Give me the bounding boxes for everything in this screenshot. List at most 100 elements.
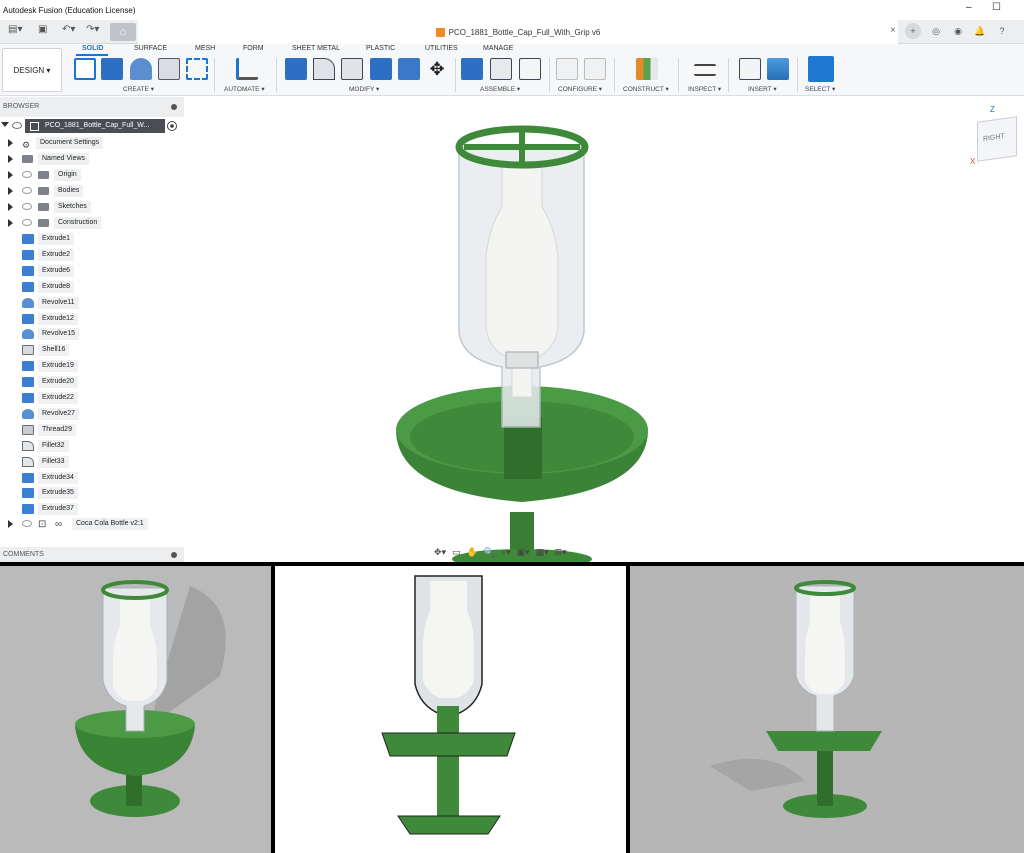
browser-feature-row[interactable]: Extrude37: [0, 502, 184, 516]
tab-surface[interactable]: SURFACE: [134, 45, 167, 52]
visibility-eye-icon[interactable]: [12, 122, 22, 129]
visibility-eye-icon[interactable]: [22, 520, 32, 527]
extrude-icon[interactable]: [101, 58, 123, 80]
configure-icon[interactable]: [556, 58, 578, 80]
combine-icon[interactable]: [370, 58, 392, 80]
select-icon[interactable]: [808, 56, 834, 82]
browser-feature-row[interactable]: Revolve27: [0, 407, 184, 421]
press-pull-icon[interactable]: [285, 58, 307, 80]
document-tab[interactable]: PCO_1881_Bottle_Cap_Full_With_Grip v6: [138, 20, 898, 44]
browser-feature-row[interactable]: Extrude22: [0, 391, 184, 405]
construct-plane-icon[interactable]: [636, 58, 658, 80]
browser-feature-row[interactable]: Fillet32: [0, 439, 184, 453]
root-component-label[interactable]: PCO_1881_Bottle_Cap_Full_W...: [25, 119, 165, 133]
browser-feature-row[interactable]: Revolve15: [0, 327, 184, 341]
tab-manage[interactable]: MANAGE: [483, 45, 513, 52]
expand-icon[interactable]: [8, 155, 13, 163]
expand-icon[interactable]: [1, 122, 9, 127]
browser-root-row[interactable]: PCO_1881_Bottle_Cap_Full_W...: [0, 119, 184, 133]
browser-feature-row[interactable]: Extrude8: [0, 280, 184, 294]
shell-icon[interactable]: [398, 58, 420, 80]
insert-canvas-icon[interactable]: [767, 58, 789, 80]
joint-icon[interactable]: [490, 58, 512, 80]
zoom-icon[interactable]: ⌕▾: [501, 547, 511, 561]
tab-form[interactable]: FORM: [243, 45, 264, 52]
browser-folder-sketches[interactable]: Sketches: [0, 200, 184, 214]
tab-solid[interactable]: SOLID: [82, 45, 103, 52]
construct-menu[interactable]: CONSTRUCT ▾: [623, 85, 669, 93]
extensions-icon[interactable]: ◎: [928, 23, 944, 39]
expand-icon[interactable]: [8, 171, 13, 179]
browser-folder-named-views[interactable]: Named Views: [0, 152, 184, 166]
assemble-menu[interactable]: ASSEMBLE ▾: [480, 85, 520, 93]
automate-menu[interactable]: AUTOMATE ▾: [224, 85, 265, 93]
insert-derive-icon[interactable]: [739, 58, 761, 80]
tab-mesh[interactable]: MESH: [195, 45, 215, 52]
browser-folder-bodies[interactable]: Bodies: [0, 184, 184, 198]
visibility-eye-icon[interactable]: [22, 203, 32, 210]
new-component-icon[interactable]: [461, 58, 483, 80]
minimize-button[interactable]: –: [966, 2, 972, 13]
browser-folder-origin[interactable]: Origin: [0, 168, 184, 182]
job-status-icon[interactable]: ◉: [950, 23, 966, 39]
hole-icon[interactable]: [158, 58, 180, 80]
expand-icon[interactable]: [8, 139, 13, 147]
create-sketch-icon[interactable]: [74, 58, 96, 80]
maximize-button[interactable]: ☐: [992, 2, 1001, 13]
inspect-menu[interactable]: INSPECT ▾: [688, 85, 721, 93]
select-menu[interactable]: SELECT ▾: [805, 85, 835, 93]
browser-feature-row[interactable]: Thread29: [0, 423, 184, 437]
configure-menu[interactable]: CONFIGURE ▾: [558, 85, 602, 93]
browser-feature-row[interactable]: Extrude35: [0, 486, 184, 500]
pattern-icon[interactable]: [186, 58, 208, 80]
tab-plastic[interactable]: PLASTIC: [366, 45, 395, 52]
look-at-icon[interactable]: ▭: [452, 547, 461, 561]
display-settings-icon[interactable]: ▣▾: [517, 547, 530, 561]
activate-radio-icon[interactable]: [167, 121, 177, 131]
modify-menu[interactable]: MODIFY ▾: [349, 85, 379, 93]
browser-feature-row[interactable]: Fillet33: [0, 455, 184, 469]
browser-feature-row[interactable]: Extrude20: [0, 375, 184, 389]
orbit-icon[interactable]: ✥▾: [434, 547, 446, 561]
pan-icon[interactable]: ✋: [467, 547, 478, 561]
expand-icon[interactable]: [8, 187, 13, 195]
browser-folder-document-settings[interactable]: ⚙ Document Settings: [0, 136, 184, 150]
visibility-eye-icon[interactable]: [22, 171, 32, 178]
create-menu[interactable]: CREATE ▾: [123, 85, 154, 93]
measure-icon[interactable]: [694, 64, 716, 76]
grid-settings-icon[interactable]: ▦▾: [536, 547, 549, 561]
automate-icon[interactable]: [236, 58, 258, 80]
as-built-joint-icon[interactable]: [519, 58, 541, 80]
tab-sheet-metal[interactable]: SHEET METAL: [292, 45, 340, 52]
browser-folder-construction[interactable]: Construction: [0, 216, 184, 230]
browser-feature-row[interactable]: Extrude19: [0, 359, 184, 373]
expand-icon[interactable]: [8, 203, 13, 211]
browser-feature-row[interactable]: Extrude1: [0, 232, 184, 246]
file-menu-icon[interactable]: ▤▾: [8, 24, 22, 35]
browser-component-coca-cola-bottle[interactable]: ⊡ ∞ Coca Cola Bottle v2:1: [0, 517, 184, 531]
move-icon[interactable]: ✥: [426, 58, 448, 80]
browser-feature-row[interactable]: Extrude12: [0, 312, 184, 326]
browser-feature-row[interactable]: Revolve11: [0, 296, 184, 310]
model-render[interactable]: [184, 97, 1024, 562]
expand-icon[interactable]: [8, 520, 13, 528]
redo-icon[interactable]: ↷▾: [86, 24, 99, 35]
home-icon[interactable]: ⌂: [110, 23, 136, 41]
configure-table-icon[interactable]: [584, 58, 606, 80]
save-icon[interactable]: ▣: [38, 24, 47, 35]
tab-utilities[interactable]: UTILITIES: [425, 45, 458, 52]
viewcube[interactable]: RIGHT: [977, 116, 1017, 162]
revolve-icon[interactable]: [130, 58, 152, 80]
browser-feature-row[interactable]: Extrude6: [0, 264, 184, 278]
undo-icon[interactable]: ↶▾: [62, 24, 75, 35]
canvas-viewport[interactable]: RIGHT Z X ✥▾ ▭ ✋ 🔍 ⌕▾ ▣▾ ▦▾ ⊞▾: [184, 97, 1024, 562]
fillet-icon[interactable]: [313, 58, 335, 80]
notifications-icon[interactable]: 🔔: [972, 23, 988, 39]
browser-feature-row[interactable]: Extrude34: [0, 471, 184, 485]
help-icon[interactable]: ?: [994, 23, 1010, 39]
insert-menu[interactable]: INSERT ▾: [748, 85, 777, 93]
chamfer-icon[interactable]: [341, 58, 363, 80]
browser-feature-row[interactable]: Extrude2: [0, 248, 184, 262]
collapse-browser-icon[interactable]: [171, 104, 177, 110]
zoom-window-icon[interactable]: 🔍: [484, 547, 495, 561]
